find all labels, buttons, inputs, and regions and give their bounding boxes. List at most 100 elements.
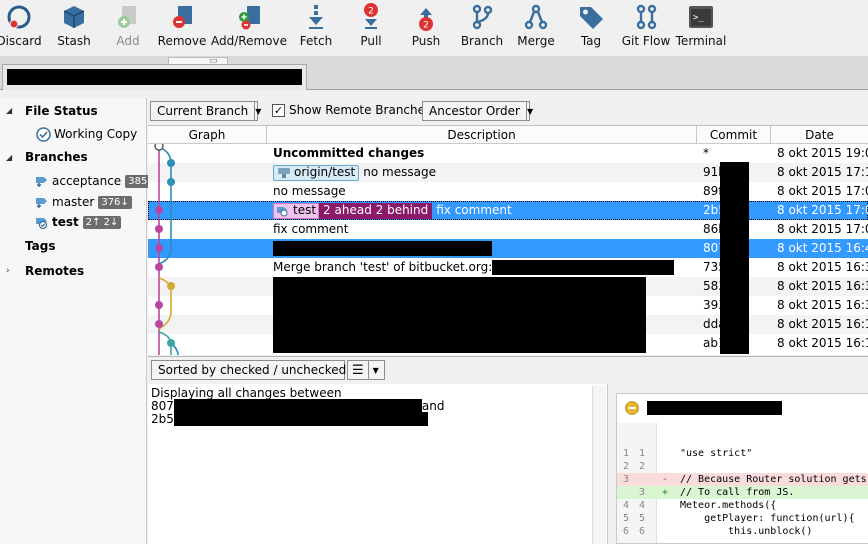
graph-node-icon (155, 244, 163, 252)
pull-badge: 2 (368, 7, 374, 17)
tag-icon (580, 7, 603, 29)
merge-icon (524, 4, 548, 30)
dropdown-arrow-icon: ▼ (525, 102, 533, 120)
sidebar-item-branch-acceptance[interactable]: acceptance 385↓ (34, 172, 159, 190)
changed-files-pane[interactable]: Displaying all changes between 807 and 2b… (148, 384, 608, 544)
graph-node-icon (155, 206, 163, 214)
current-branch-icon (36, 217, 48, 229)
remove-button[interactable]: Remove (158, 0, 206, 52)
branch-icon (472, 4, 493, 30)
add-remove-button[interactable]: Add/Remove (211, 0, 287, 52)
branch-item-icon (36, 176, 47, 187)
expand-triangle-icon[interactable]: ◢ (6, 106, 12, 115)
commit-history-table[interactable]: Graph Description Commit Date Uncommitte… (148, 125, 868, 355)
diff-line: 4 4 Meteor.methods({ (623, 500, 777, 511)
graph-node-icon (155, 301, 163, 309)
add-icon (118, 6, 136, 28)
git-flow-icon (636, 4, 657, 30)
changes-info-text: Displaying all changes between (151, 386, 342, 400)
collapse-triangle-icon[interactable]: › (6, 266, 10, 276)
redacted-text (173, 412, 428, 426)
graph-node-icon (155, 263, 163, 271)
check-circle-icon (36, 126, 51, 142)
push-button[interactable]: 2 Push (408, 0, 444, 52)
modified-file-icon (625, 401, 639, 415)
diff-line-removed: 3-// Because Router solution gets (617, 473, 868, 486)
repo-tab-bar: ▭ (0, 56, 868, 90)
changes-info-line: 807 and (151, 399, 445, 413)
branch-count-badge: 376↓ (98, 195, 132, 209)
column-header-graph[interactable]: Graph (148, 126, 267, 144)
terminal-button[interactable]: >_ Terminal (676, 0, 726, 52)
table-row[interactable]: Uncommitted changes * 8 okt 2015 19:04 (148, 144, 868, 163)
current-branch-icon (277, 206, 288, 216)
table-row[interactable]: Merge branch 'test' of bitbucket.org: 73… (148, 258, 868, 277)
diff-file-header (617, 394, 868, 422)
dropdown-arrow-icon: ▼ (367, 361, 383, 379)
list-view-icon: ☰ (352, 362, 364, 378)
graph-node-icon (155, 320, 163, 328)
remote-branch-label: origin/test (273, 164, 360, 181)
graph-node-icon (155, 225, 163, 233)
show-remote-branches-checkbox[interactable]: ✓ Show Remote Branches (272, 103, 431, 117)
branch-scope-dropdown[interactable]: Current Branch ▼ (150, 101, 261, 121)
ahead-behind-badge: 2 ahead 2 behind (319, 202, 433, 219)
redacted-file-name (647, 401, 782, 415)
add-remove-icon (239, 6, 260, 30)
sort-order-dropdown[interactable]: Ancestor Order ▼ (422, 101, 533, 121)
diff-line: 66 this.unblock() (623, 526, 813, 537)
merge-button[interactable]: Merge (516, 0, 556, 52)
file-sort-dropdown[interactable]: Sorted by checked / unchecked ▼ (151, 360, 359, 380)
column-header-commit[interactable]: Commit (697, 126, 771, 144)
tag-button[interactable]: Tag (574, 0, 608, 52)
file-list-toolbar: Sorted by checked / unchecked ▼ ☰ ▼ (148, 356, 868, 384)
diff-line-added: 3 +// To call from JS. (617, 486, 868, 499)
graph-node-icon (167, 339, 175, 347)
add-button[interactable]: Add (111, 0, 145, 52)
diff-line: 22 (623, 461, 646, 472)
view-mode-dropdown[interactable]: ☰ ▼ (347, 360, 385, 380)
dropdown-arrow-icon: ▼ (254, 102, 261, 120)
git-flow-button[interactable]: Git Flow (622, 0, 670, 52)
pull-button[interactable]: 2 Pull (355, 0, 387, 52)
diff-view-pane[interactable]: 1 1 "use strict" 22 3-// Because Router so… (616, 393, 868, 544)
fetch-button[interactable]: Fetch (297, 0, 335, 52)
table-row-selected[interactable]: 807 8 okt 2015 16:42 (148, 239, 868, 258)
sidebar-tags[interactable]: Tags (25, 239, 55, 253)
local-branch-label: test (273, 202, 320, 219)
branch-button[interactable]: Branch (460, 0, 504, 52)
fetch-icon (309, 5, 323, 29)
vertical-scrollbar[interactable] (592, 386, 606, 544)
discard-button[interactable]: Discard (0, 0, 42, 52)
sidebar-file-status[interactable]: File Status (25, 104, 98, 118)
branch-filter-bar: Current Branch ▼ ✓ Show Remote Branches … (148, 98, 868, 124)
stash-button[interactable]: Stash (54, 0, 94, 52)
graph-node-icon (154, 144, 164, 151)
column-header-description[interactable]: Description (267, 126, 697, 144)
graph-node-icon (167, 159, 175, 167)
pull-icon: 2 (364, 3, 378, 29)
expand-triangle-icon[interactable]: ◢ (6, 153, 12, 162)
column-header-date[interactable]: Date (771, 126, 868, 144)
redacted-text (273, 241, 492, 256)
toolbar: Discard Stash Add Remove Add/Remove Fetc… (0, 0, 868, 56)
branch-item-icon (36, 197, 47, 208)
redacted-commit-hashes (720, 162, 749, 354)
sidebar-item-branch-master[interactable]: master 376↓ (34, 193, 132, 211)
push-badge: 2 (423, 21, 429, 31)
table-row[interactable]: no message 89f 8 okt 2015 17:08 (148, 182, 868, 201)
remote-branch-icon (278, 167, 290, 178)
repo-tab[interactable] (2, 64, 307, 90)
table-header: Graph Description Commit Date (148, 126, 868, 144)
push-icon: 2 (419, 8, 433, 31)
table-row-selected[interactable]: test 2 ahead 2 behind fix comment 2b5 8 … (148, 201, 868, 220)
sidebar-item-branch-test[interactable]: test 2↑ 2↓ (34, 213, 122, 231)
sidebar-remotes[interactable]: Remotes (25, 264, 84, 278)
table-row[interactable]: fix comment 86b 8 okt 2015 17:00 (148, 220, 868, 239)
table-row[interactable]: origin/test no message 91b 8 okt 2015 17… (148, 163, 868, 182)
redacted-repo-name (7, 69, 302, 85)
sidebar-branches[interactable]: Branches (25, 150, 88, 164)
sidebar-item-working-copy[interactable]: Working Copy (36, 125, 137, 143)
redacted-descriptions (273, 277, 646, 353)
checkbox-box: ✓ (272, 103, 285, 117)
